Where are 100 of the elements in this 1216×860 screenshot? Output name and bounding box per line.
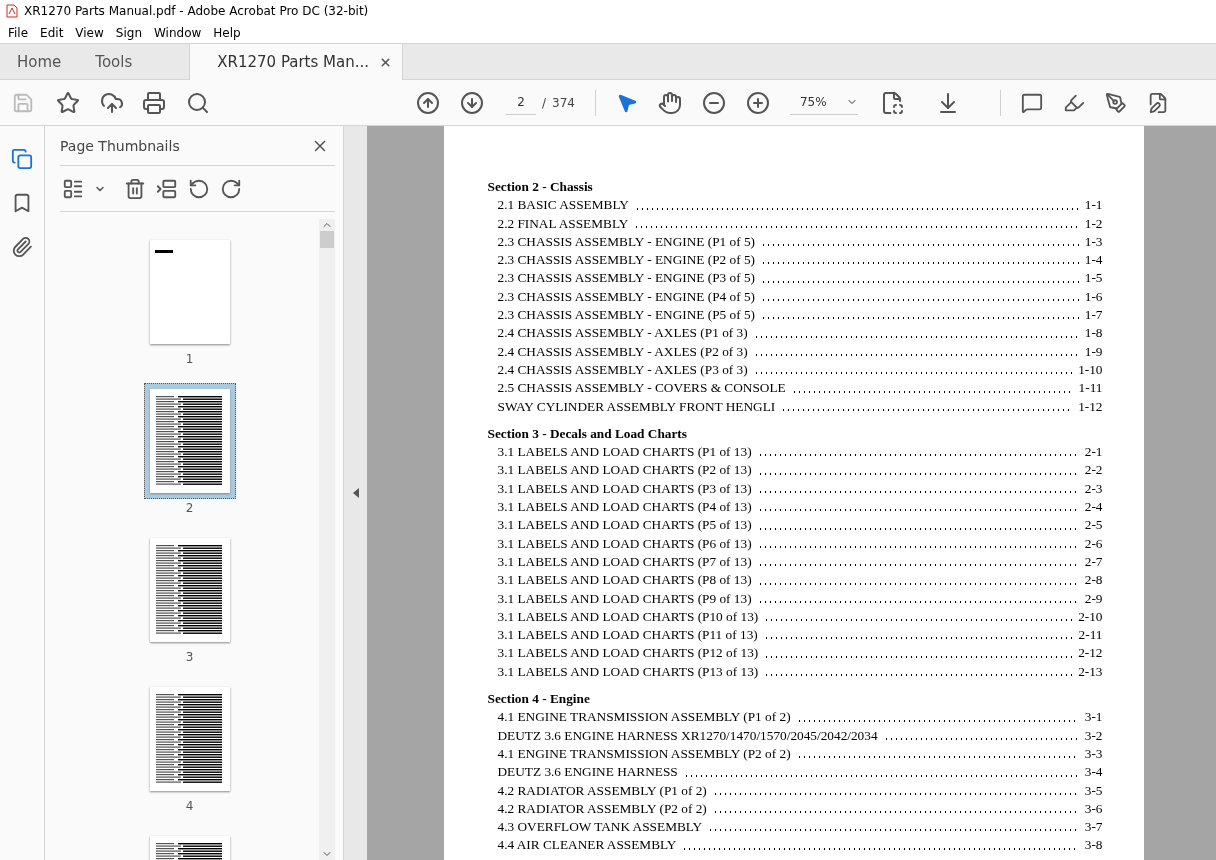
zoom-dropdown[interactable]: 75% (789, 90, 858, 115)
page-reference: 1-10 (1078, 360, 1103, 379)
toc-entry: 3.1 LABELS AND LOAD CHARTS (P3 of 13) (497, 479, 752, 498)
page-reference: 1-4 (1084, 251, 1103, 270)
scrollbar[interactable] (319, 219, 335, 860)
page-reference: 2-7 (1084, 552, 1103, 571)
tab[interactable]: XR1270 Parts Man... (189, 44, 404, 80)
delete-icon[interactable] (124, 177, 146, 200)
toc-entry: 2.1 BASIC ASSEMBLY (497, 196, 629, 215)
arrow-up-icon[interactable] (416, 90, 440, 115)
toc-entry: 2.3 CHASSIS ASSEMBLY - ENGINE (P4 of 5) (497, 287, 755, 306)
page-reference: 3-6 (1084, 799, 1103, 818)
page-reference: 2-6 (1084, 534, 1103, 553)
menu-item[interactable]: Edit (34, 25, 70, 40)
app-logo-icon (6, 4, 18, 18)
toc-entry: 2.3 CHASSIS ASSEMBLY - ENGINE (P1 of 5) (497, 232, 755, 251)
page-reference: 2-10 (1078, 607, 1103, 626)
pen-icon[interactable] (1104, 91, 1127, 114)
toc-entry: 3.1 LABELS AND LOAD CHARTS (P13 of 13) (497, 662, 759, 681)
page-count: 374 (552, 95, 575, 110)
page-reference: 1-1 (1084, 196, 1103, 215)
page-reference: 2-4 (1084, 498, 1103, 517)
toc-entry: 2.3 CHASSIS ASSEMBLY - ENGINE (P5 of 5) (497, 306, 755, 325)
page-thumbnail-drawing[interactable] (149, 538, 230, 642)
selected-thumbnail[interactable] (143, 383, 236, 499)
toc-entry: 4.1 ENGINE TRANSMISSION ASSEMBLY (P2 of 2) (497, 744, 791, 763)
options-icon[interactable] (62, 177, 84, 200)
toc-entry: 3.1 LABELS AND LOAD CHARTS (P11 of 13) (497, 626, 758, 645)
tab[interactable]: Tools (78, 44, 150, 79)
star-icon[interactable] (56, 90, 80, 115)
toc-entry: 2.5 CHASSIS ASSEMBLY - COVERS & CONSOLE (497, 379, 786, 398)
toc-entry: 3.1 LABELS AND LOAD CHARTS (P7 of 13) (497, 552, 752, 571)
toc-entry: DEUTZ 3.6 ENGINE HARNESS (497, 763, 678, 782)
page-reference: 1-2 (1084, 214, 1103, 233)
page-reference: 2-5 (1084, 516, 1103, 535)
page-reference: 3-8 (1084, 836, 1103, 855)
arrow-down-icon[interactable] (460, 90, 484, 115)
toc-entry: 4.2 RADIATOR ASSEMBLY (P1 of 2) (497, 781, 707, 800)
search-icon[interactable] (186, 90, 210, 115)
page-thumbnail-drawing[interactable] (149, 240, 230, 344)
page-thumbnail-drawing[interactable] (149, 389, 230, 493)
toc-entry: 2.4 CHASSIS ASSEMBLY - AXLES (P3 of 3) (497, 360, 748, 379)
menu-item[interactable]: View (69, 25, 110, 40)
page-reference: 3-4 (1084, 763, 1103, 782)
toc-entry: 4.2 RADIATOR ASSEMBLY (P2 of 2) (497, 799, 707, 818)
page-reference: 2-12 (1078, 644, 1103, 663)
rotate-right-icon[interactable] (220, 177, 242, 200)
toc-entry: 2.4 CHASSIS ASSEMBLY - AXLES (P1 of 3) (497, 324, 748, 343)
comment-icon[interactable] (1020, 91, 1043, 114)
toc-entry: 3.1 LABELS AND LOAD CHARTS (P8 of 13) (497, 571, 752, 590)
zoom-in-icon[interactable] (745, 90, 770, 115)
page-reference: 1-6 (1084, 287, 1103, 306)
page-reference: 1-11 (1078, 379, 1103, 398)
tab[interactable]: Home (0, 44, 79, 79)
page-reference: 2-8 (1084, 571, 1103, 590)
page-reference: 2-3 (1084, 479, 1103, 498)
menu-item[interactable]: File (2, 25, 35, 40)
upload-icon[interactable] (100, 90, 124, 115)
toc-entry: 3.1 LABELS AND LOAD CHARTS (P1 of 13) (497, 443, 752, 462)
toc-entry: 3.1 LABELS AND LOAD CHARTS (P6 of 13) (497, 534, 752, 553)
toc-entry: 2.4 CHASSIS ASSEMBLY - AXLES (P2 of 3) (497, 342, 748, 361)
toc-entry: 3.1 LABELS AND LOAD CHARTS (P10 of 13) (497, 607, 759, 626)
insert-page-icon[interactable] (156, 177, 178, 200)
page-reference: 2-11 (1078, 626, 1103, 645)
toc-entry: 4.3 OVERFLOW TANK ASSEMBLY (497, 818, 703, 837)
page-reference: 3-5 (1084, 781, 1103, 800)
section-heading: Section 3 - Decals and Load Charts (487, 424, 688, 443)
menu-item[interactable]: Help (207, 25, 247, 40)
toc-entry: 3.1 LABELS AND LOAD CHARTS (P2 of 13) (497, 461, 752, 480)
menu-item[interactable]: Window (148, 25, 208, 40)
page-reference: 3-2 (1084, 726, 1103, 745)
page-reference: 2-13 (1078, 662, 1103, 681)
page-reference: 3-3 (1084, 744, 1103, 763)
page-reference: 2-1 (1084, 443, 1103, 462)
panel-title: Page Thumbnails (60, 137, 180, 154)
page-reference: 1-12 (1078, 397, 1103, 416)
rotate-left-icon[interactable] (188, 177, 210, 200)
toc-entry: 3.1 LABELS AND LOAD CHARTS (P9 of 13) (497, 589, 752, 608)
toc-entry: 2.3 CHASSIS ASSEMBLY - ENGINE (P2 of 5) (497, 251, 755, 270)
page-thumbnails-icon[interactable] (11, 148, 33, 170)
printer-icon[interactable] (142, 90, 166, 115)
scrollbar-thumb[interactable] (320, 231, 334, 248)
collapse-arrow-icon[interactable] (352, 488, 359, 498)
toc-entry: SWAY CYLINDER ASSEMBLY FRONT HENGLI (497, 397, 776, 416)
page-number-field[interactable]: 2 (506, 90, 536, 115)
page-label: 4 (185, 799, 194, 813)
toc-entry: 2.3 CHASSIS ASSEMBLY - ENGINE (P3 of 5) (497, 269, 755, 288)
hand-icon[interactable] (657, 90, 682, 115)
attachment-icon[interactable] (11, 236, 33, 258)
zoom-out-icon[interactable] (701, 90, 726, 115)
page-label: 1 (185, 352, 194, 366)
toc-entry: 3.1 LABELS AND LOAD CHARTS (P12 of 13) (497, 644, 759, 663)
page-thumbnail-drawing[interactable] (149, 687, 230, 791)
menu-item[interactable]: Sign (109, 25, 148, 40)
page-reference: 2-2 (1084, 461, 1103, 480)
page-reference: 1-5 (1084, 269, 1103, 288)
toc-entry: 3.1 LABELS AND LOAD CHARTS (P5 of 13) (497, 516, 752, 535)
section-heading: Section 4 - Engine (487, 690, 591, 708)
toc-entry: DEUTZ 3.6 ENGINE HARNESS XR1270/1470/1570/2045/2042/2034 (497, 726, 878, 745)
toc-entry: 2.2 FINAL ASSEMBLY (497, 214, 629, 233)
